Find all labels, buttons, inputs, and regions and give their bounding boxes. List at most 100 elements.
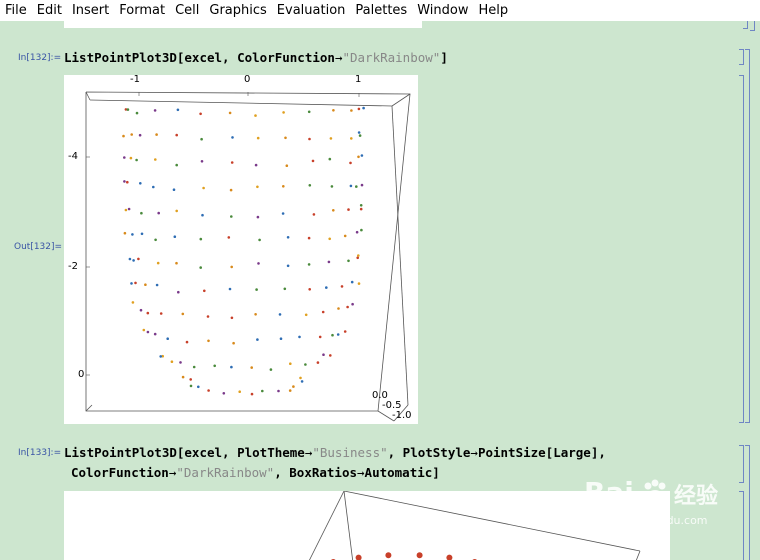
previous-plot-fragment[interactable]	[64, 21, 422, 28]
cell-bracket-out132[interactable]	[739, 75, 744, 423]
data-point	[308, 137, 311, 141]
menu-insert[interactable]: Insert	[67, 0, 114, 21]
data-point-large	[385, 552, 392, 559]
data-point	[138, 133, 142, 137]
data-point	[359, 207, 363, 211]
string-literal: "DarkRainbow"	[176, 465, 275, 480]
data-point	[166, 337, 169, 341]
data-point	[230, 316, 234, 320]
menu-palettes[interactable]: Palettes	[350, 0, 412, 21]
data-point	[207, 339, 210, 343]
data-point	[202, 186, 205, 190]
data-point	[131, 233, 134, 236]
input-cell-133-line2[interactable]: ColorFunction→"DarkRainbow", BoxRatios→A…	[71, 465, 440, 480]
data-point	[200, 160, 204, 163]
data-point	[285, 164, 289, 167]
data-point	[250, 392, 254, 396]
axis-tick-top-3: 1	[355, 74, 362, 85]
data-point	[343, 330, 347, 333]
cell-bracket-previous[interactable]	[743, 21, 748, 29]
data-point	[282, 111, 285, 114]
input-cell-132[interactable]: ListPointPlot3D[excel, ColorFunction→"Da…	[64, 50, 448, 65]
data-point	[126, 180, 129, 184]
data-point	[347, 208, 350, 211]
data-point	[139, 308, 143, 312]
menu-window[interactable]: Window	[412, 0, 473, 21]
data-point	[360, 154, 364, 157]
menu-graphics[interactable]: Graphics	[204, 0, 271, 21]
data-point	[304, 363, 307, 366]
data-point	[135, 158, 138, 162]
data-point	[250, 366, 253, 369]
data-point	[231, 136, 234, 139]
data-point	[330, 185, 334, 188]
cell-bracket-in132[interactable]	[739, 49, 744, 65]
data-point	[254, 313, 257, 316]
data-point	[131, 301, 135, 304]
data-point	[135, 111, 139, 115]
data-point	[316, 361, 320, 364]
string-literal: "Business"	[312, 445, 388, 460]
data-point	[175, 209, 178, 213]
data-point	[304, 313, 308, 317]
menu-evaluation[interactable]: Evaluation	[272, 0, 351, 21]
group-bracket-132[interactable]	[745, 49, 750, 423]
watermark-url: jingyan.baidu.com	[606, 514, 708, 527]
menu-file[interactable]: File	[0, 0, 32, 21]
data-point	[170, 360, 174, 364]
data-point	[227, 236, 231, 239]
data-point	[123, 180, 126, 183]
data-point	[350, 137, 353, 140]
axis-tick-left-2: -2	[68, 261, 78, 272]
data-points-large	[331, 552, 477, 560]
data-point	[328, 157, 332, 161]
data-point	[172, 188, 176, 191]
data-point	[357, 282, 361, 285]
data-point	[279, 337, 283, 341]
menu-cell[interactable]: Cell	[170, 0, 204, 21]
data-point	[256, 215, 260, 219]
data-point	[318, 335, 322, 339]
data-point	[123, 156, 126, 159]
data-point	[355, 230, 359, 234]
data-point	[284, 136, 287, 140]
data-point	[153, 109, 157, 112]
baidu-watermark: Bai 经验 jingyan.baidu.com	[578, 476, 758, 560]
menu-help[interactable]: Help	[473, 0, 513, 21]
data-point	[140, 211, 143, 215]
notebook-area[interactable]: In[132]:= ListPointPlot3D[excel, ColorFu…	[0, 21, 760, 560]
menu-edit[interactable]: Edit	[32, 0, 67, 21]
data-point	[175, 261, 178, 265]
data-point	[201, 213, 204, 217]
data-point	[308, 184, 312, 187]
data-point	[357, 254, 360, 257]
data-point	[175, 163, 178, 167]
data-point	[360, 183, 364, 187]
code-text-end: ]	[440, 50, 448, 65]
data-point	[132, 259, 135, 262]
plot-output-132[interactable]: -1 0 1 -4 -2 0 0.0 -0.5 -1.0	[64, 74, 418, 424]
data-point	[308, 288, 311, 291]
data-point	[177, 290, 180, 294]
data-point	[230, 365, 233, 369]
data-point	[129, 156, 133, 160]
data-point	[322, 353, 325, 357]
data-point	[152, 185, 155, 189]
data-point	[154, 238, 157, 242]
data-point	[343, 234, 347, 238]
data-point	[134, 281, 137, 285]
cell-bracket-previous-outer[interactable]	[750, 21, 755, 31]
data-point	[207, 389, 210, 392]
input-cell-133-line1[interactable]: ListPointPlot3D[excel, PlotTheme → "Busine…	[64, 445, 606, 460]
data-point	[254, 163, 258, 167]
data-point	[140, 232, 144, 236]
data-points	[122, 106, 365, 396]
data-point	[156, 261, 160, 265]
data-point	[130, 133, 133, 136]
data-point	[230, 215, 233, 218]
data-point	[139, 182, 142, 185]
data-point	[154, 158, 157, 161]
code-text: , BoxRatios	[274, 465, 358, 480]
menu-format[interactable]: Format	[114, 0, 170, 21]
data-point	[128, 257, 132, 261]
